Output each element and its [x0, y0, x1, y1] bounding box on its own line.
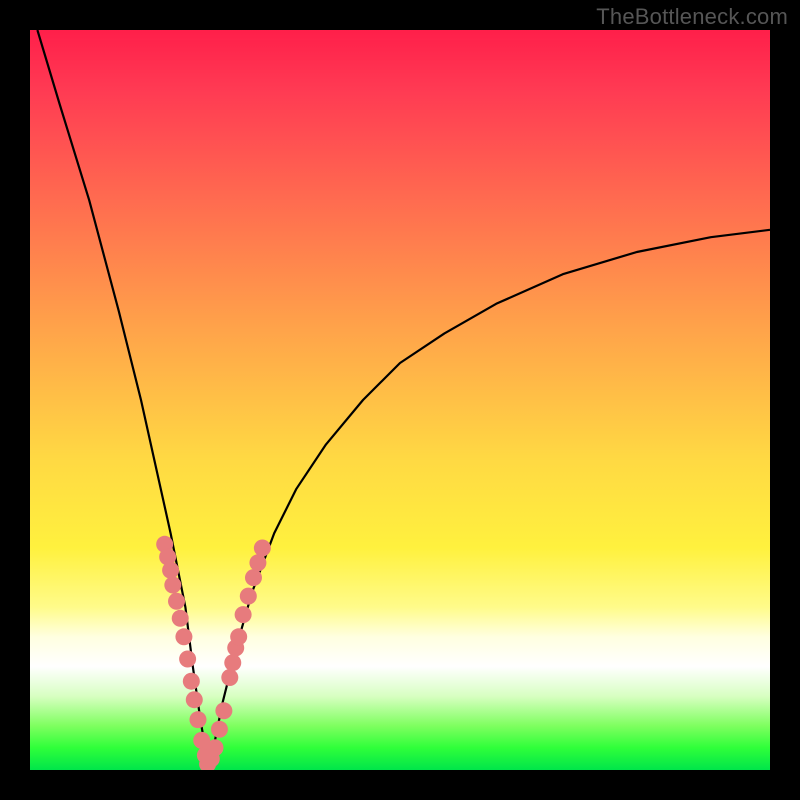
- sample-point: [215, 702, 232, 719]
- outer-frame: TheBottleneck.com: [0, 0, 800, 800]
- sample-point: [179, 651, 196, 668]
- curve-layer: [37, 30, 770, 763]
- sample-point: [235, 606, 252, 623]
- sample-point: [249, 554, 266, 571]
- sample-point: [172, 610, 189, 627]
- sample-point: [254, 540, 271, 557]
- sample-point: [224, 654, 241, 671]
- sample-point: [164, 577, 181, 594]
- sample-point: [211, 721, 228, 738]
- sample-point: [175, 628, 192, 645]
- sample-point: [162, 562, 179, 579]
- bottleneck-curve: [37, 30, 770, 763]
- sample-points-layer: [156, 536, 271, 770]
- plot-area: [30, 30, 770, 770]
- chart-svg: [30, 30, 770, 770]
- watermark-text: TheBottleneck.com: [596, 4, 788, 30]
- sample-point: [230, 628, 247, 645]
- sample-point: [186, 691, 203, 708]
- sample-point: [221, 669, 238, 686]
- sample-point: [245, 569, 262, 586]
- sample-point: [240, 588, 257, 605]
- sample-point: [189, 711, 206, 728]
- sample-point: [183, 673, 200, 690]
- sample-point: [207, 739, 224, 756]
- sample-point: [168, 593, 185, 610]
